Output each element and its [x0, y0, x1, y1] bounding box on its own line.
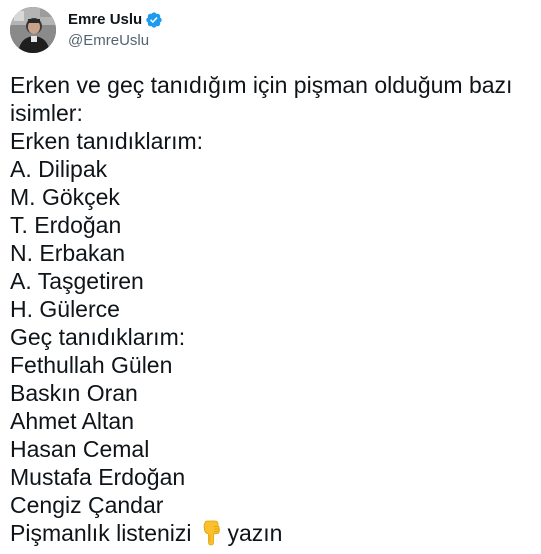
- verified-badge-icon: [145, 11, 163, 29]
- tweet-text: Erken ve geç tanıdığım için pişman olduğ…: [10, 71, 530, 547]
- list-item: M. Gökçek: [10, 184, 120, 210]
- list-item: A. Taşgetiren: [10, 268, 144, 294]
- author-names: Emre Uslu @EmreUslu: [68, 9, 163, 51]
- list-item: H. Gülerce: [10, 296, 120, 322]
- tweet-header: Emre Uslu @EmreUslu: [10, 6, 163, 54]
- pointing-down-hand-icon: [198, 520, 224, 546]
- list-item: Baskın Oran: [10, 380, 138, 406]
- tweet-intro: Erken ve geç tanıdığım için pişman olduğ…: [10, 72, 513, 126]
- display-name[interactable]: Emre Uslu: [68, 10, 142, 30]
- closing-line: Pişmanlık listenizi yazın: [10, 519, 530, 547]
- list-item: Cengiz Çandar: [10, 492, 164, 518]
- list-item: Hasan Cemal: [10, 436, 150, 462]
- closing-text: Pişmanlık listenizi: [10, 520, 192, 546]
- name-row: Emre Uslu: [68, 9, 163, 30]
- list-item: A. Dilipak: [10, 156, 108, 182]
- avatar[interactable]: [10, 7, 56, 53]
- tweet-card: Emre Uslu @EmreUslu Erken ve geç tanıdığ…: [0, 0, 541, 554]
- list-item: T. Erdoğan: [10, 212, 122, 238]
- list-item: Mustafa Erdoğan: [10, 464, 186, 490]
- list-item: Ahmet Altan: [10, 408, 135, 434]
- closing-text-end: yazın: [227, 520, 283, 546]
- profile-photo: [10, 7, 56, 53]
- list-item: N. Erbakan: [10, 240, 126, 266]
- late-heading: Geç tanıdıklarım:: [10, 324, 186, 350]
- early-heading: Erken tanıdıklarım:: [10, 128, 204, 154]
- list-item: Fethullah Gülen: [10, 352, 173, 378]
- author-handle[interactable]: @EmreUslu: [68, 31, 163, 51]
